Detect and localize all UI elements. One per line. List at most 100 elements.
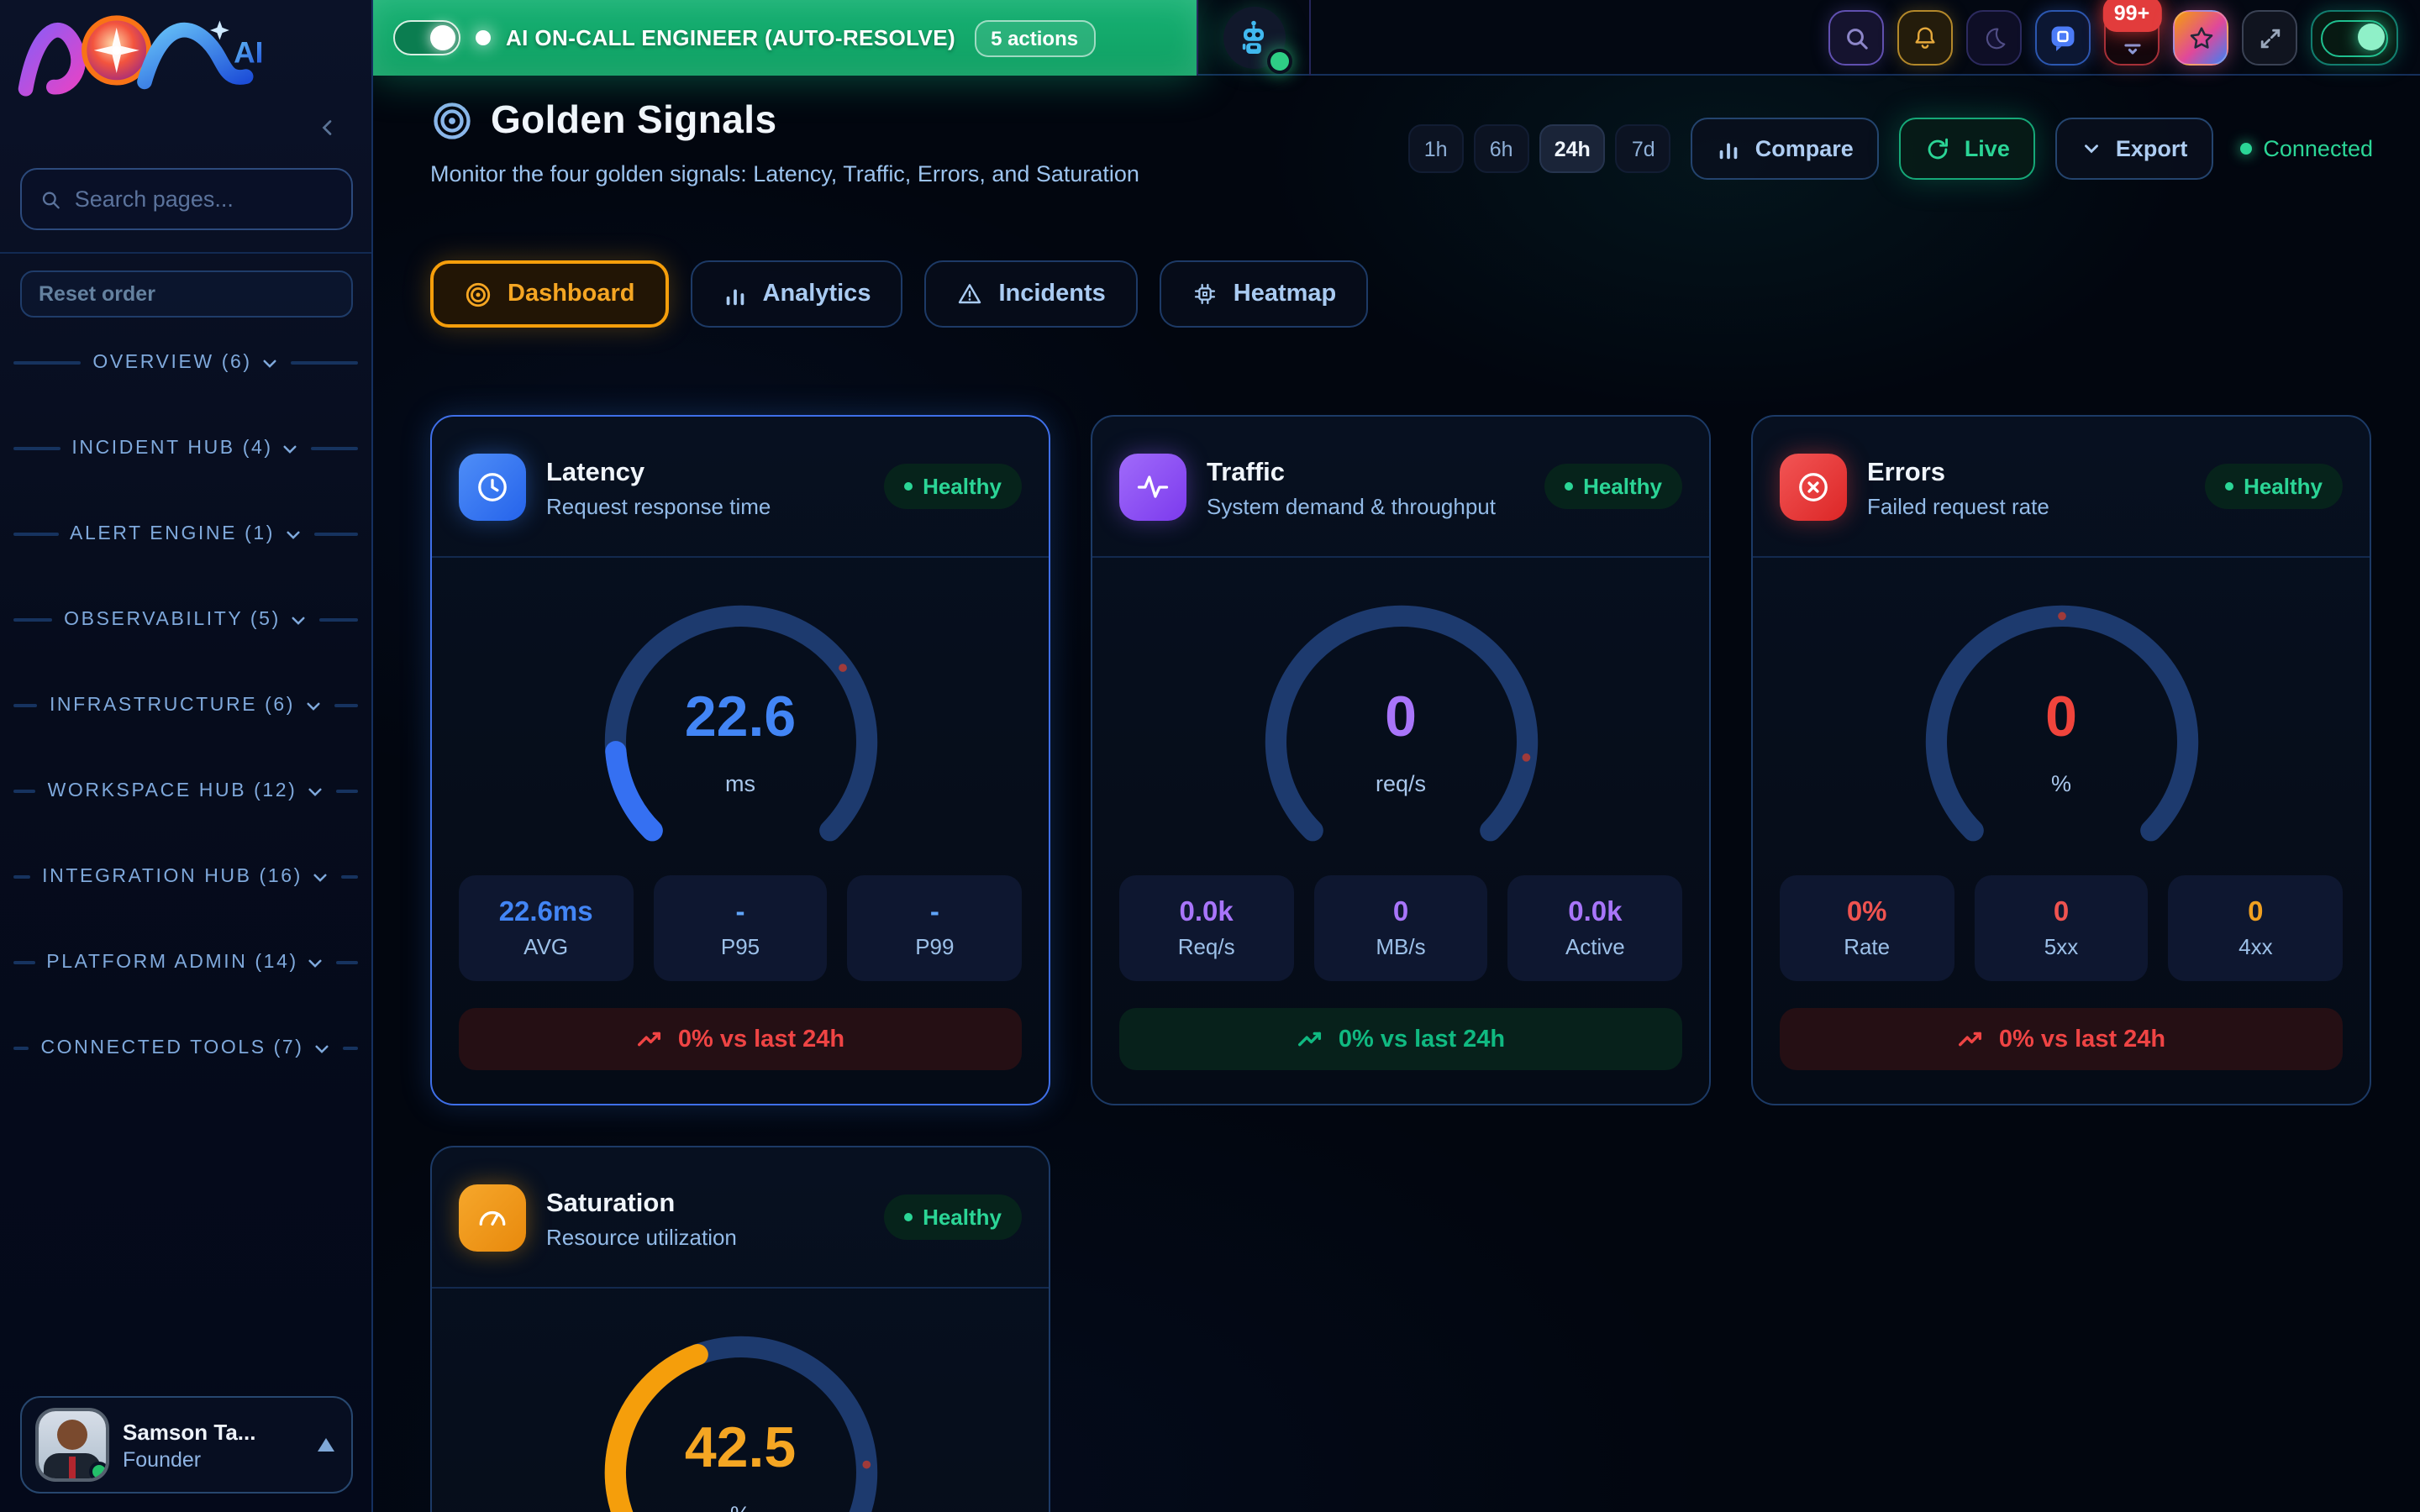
inbox-button[interactable]: 99+ [2104, 10, 2160, 66]
refresh-icon [1924, 135, 1951, 162]
profile-name: Samson Ta... [123, 1418, 255, 1447]
nova-ai-logo[interactable]: AI [13, 5, 276, 99]
sidebar-item-observability[interactable]: OBSERVABILITY (5) [0, 601, 371, 638]
clock-icon [459, 453, 526, 520]
saturation-card[interactable]: Saturation Resource utilization Healthy [430, 1146, 1050, 1512]
sidebar-item-alert-engine[interactable]: ALERT ENGINE (1) [0, 516, 371, 553]
chevron-left-icon [318, 118, 338, 138]
activity-icon [1119, 453, 1186, 520]
trending-up-icon [1297, 1025, 1325, 1053]
compare-button[interactable]: Compare [1691, 118, 1879, 180]
tab-analytics[interactable]: Analytics [691, 260, 903, 328]
traffic-gauge: 0 req/s [1092, 558, 1709, 875]
time-range-6h[interactable]: 6h [1474, 124, 1529, 173]
search-button[interactable] [1828, 10, 1884, 66]
card-title: Traffic [1207, 454, 1496, 494]
header-controls: 1h 6h 24h 7d Compare Live [1408, 118, 2373, 180]
star-icon [2186, 23, 2216, 53]
app-window: AI Reset order OVERVIEW (6) [0, 0, 2420, 1512]
bell-icon [1911, 24, 1939, 52]
avatar [39, 1411, 106, 1478]
ai-oncall-banner: AI ON-CALL ENGINEER (AUTO-RESOLVE) 5 act… [373, 0, 1197, 76]
notification-count-badge: 99+ [2102, 0, 2161, 31]
errors-card[interactable]: Errors Failed request rate Healthy [1751, 415, 2371, 1105]
tab-incidents[interactable]: Incidents [924, 260, 1137, 328]
sidebar-collapse-button[interactable] [314, 114, 341, 141]
reset-order-button[interactable]: Reset order [20, 270, 353, 318]
sidebar-item-incident-hub[interactable]: INCIDENT HUB (4) [0, 430, 371, 467]
time-range-24h[interactable]: 24h [1539, 124, 1606, 173]
expand-icon [2256, 24, 2283, 51]
profile-expand-caret [318, 1438, 334, 1452]
tab-heatmap[interactable]: Heatmap [1160, 260, 1369, 328]
card-subtitle: Resource utilization [546, 1224, 737, 1249]
assistant-online-dot [1266, 49, 1292, 74]
search-icon [40, 187, 61, 211]
search-input[interactable] [75, 186, 333, 212]
bullseye-icon [464, 280, 492, 308]
bar-chart-icon [723, 281, 748, 307]
errors-gauge: 0 % [1753, 558, 2370, 875]
sidebar-item-platform-admin[interactable]: PLATFORM ADMIN (14) [0, 944, 371, 981]
live-button[interactable]: Live [1899, 118, 2035, 180]
gauge-icon [459, 1184, 526, 1251]
connected-dot [2239, 143, 2251, 155]
tray-icon [2117, 30, 2147, 60]
chevron-down-icon [305, 782, 324, 801]
time-range-7d[interactable]: 7d [1616, 124, 1671, 173]
saturation-gauge: 42.5 % [432, 1289, 1049, 1512]
chevron-down-icon [313, 1039, 331, 1058]
sidebar-search[interactable] [20, 168, 353, 230]
time-range-1h[interactable]: 1h [1408, 124, 1464, 173]
view-tabs: Dashboard Analytics Incidents [430, 260, 1368, 328]
ai-assistant-button[interactable] [1197, 0, 1311, 76]
chevron-down-icon [2081, 138, 2102, 160]
auto-resolve-toggle[interactable] [393, 20, 460, 55]
fullscreen-button[interactable] [2242, 10, 2297, 66]
time-range-group: 1h 6h 24h 7d [1408, 124, 1671, 173]
search-icon [1843, 24, 1870, 51]
golden-signal-cards: Latency Request response time Healthy [430, 415, 2371, 1512]
sidebar-sections: OVERVIEW (6) INCIDENT HUB (4) ALERT ENGI… [0, 344, 371, 1116]
status-badge: Healthy [884, 1194, 1022, 1240]
bullseye-icon [430, 98, 474, 142]
status-badge: Healthy [2205, 464, 2343, 509]
circle-x-icon [1780, 453, 1847, 520]
chevron-down-icon [303, 696, 322, 715]
power-toggle[interactable] [2311, 10, 2398, 66]
notifications-button[interactable] [1897, 10, 1953, 66]
chat-button[interactable] [2035, 10, 2091, 66]
chevron-down-icon [260, 354, 279, 372]
sidebar: AI Reset order OVERVIEW (6) [0, 0, 373, 1512]
chevron-down-icon [281, 439, 300, 458]
topbar-icons: 99+ [1828, 10, 2398, 66]
card-title: Latency [546, 454, 771, 494]
export-button[interactable]: Export [2055, 118, 2213, 180]
favorites-button[interactable] [2173, 10, 2228, 66]
sidebar-item-integration-hub[interactable]: INTEGRATION HUB (16) [0, 858, 371, 895]
sidebar-divider [0, 252, 371, 254]
banner-label: AI ON-CALL ENGINEER (AUTO-RESOLVE) [506, 25, 955, 50]
tab-dashboard[interactable]: Dashboard [430, 260, 669, 328]
banner-status-dot [476, 30, 491, 45]
card-subtitle: Failed request rate [1867, 493, 2049, 518]
main-content: Golden Signals Monitor the four golden s… [373, 76, 2420, 1512]
sidebar-item-overview[interactable]: OVERVIEW (6) [0, 344, 371, 381]
sidebar-item-workspace-hub[interactable]: WORKSPACE HUB (12) [0, 773, 371, 810]
robot-icon [1234, 18, 1274, 58]
actions-count-chip[interactable]: 5 actions [974, 19, 1095, 56]
card-title: Saturation [546, 1185, 737, 1225]
user-profile-card[interactable]: Samson Ta... Founder [20, 1396, 353, 1494]
dark-mode-button[interactable] [1966, 10, 2022, 66]
latency-card[interactable]: Latency Request response time Healthy [430, 415, 1050, 1105]
sidebar-item-connected-tools[interactable]: CONNECTED TOOLS (7) [0, 1030, 371, 1067]
chevron-down-icon [289, 611, 308, 629]
chevron-down-icon [283, 525, 302, 543]
chat-bubble-icon [2047, 22, 2079, 54]
status-badge: Healthy [1544, 464, 1682, 509]
page-subtitle: Monitor the four golden signals: Latency… [430, 161, 1139, 186]
traffic-card[interactable]: Traffic System demand & throughput Healt… [1091, 415, 1711, 1105]
trend-indicator: 0% vs last 24h [459, 1008, 1022, 1070]
sidebar-item-infrastructure[interactable]: INFRASTRUCTURE (6) [0, 687, 371, 724]
trending-up-icon [636, 1025, 665, 1053]
